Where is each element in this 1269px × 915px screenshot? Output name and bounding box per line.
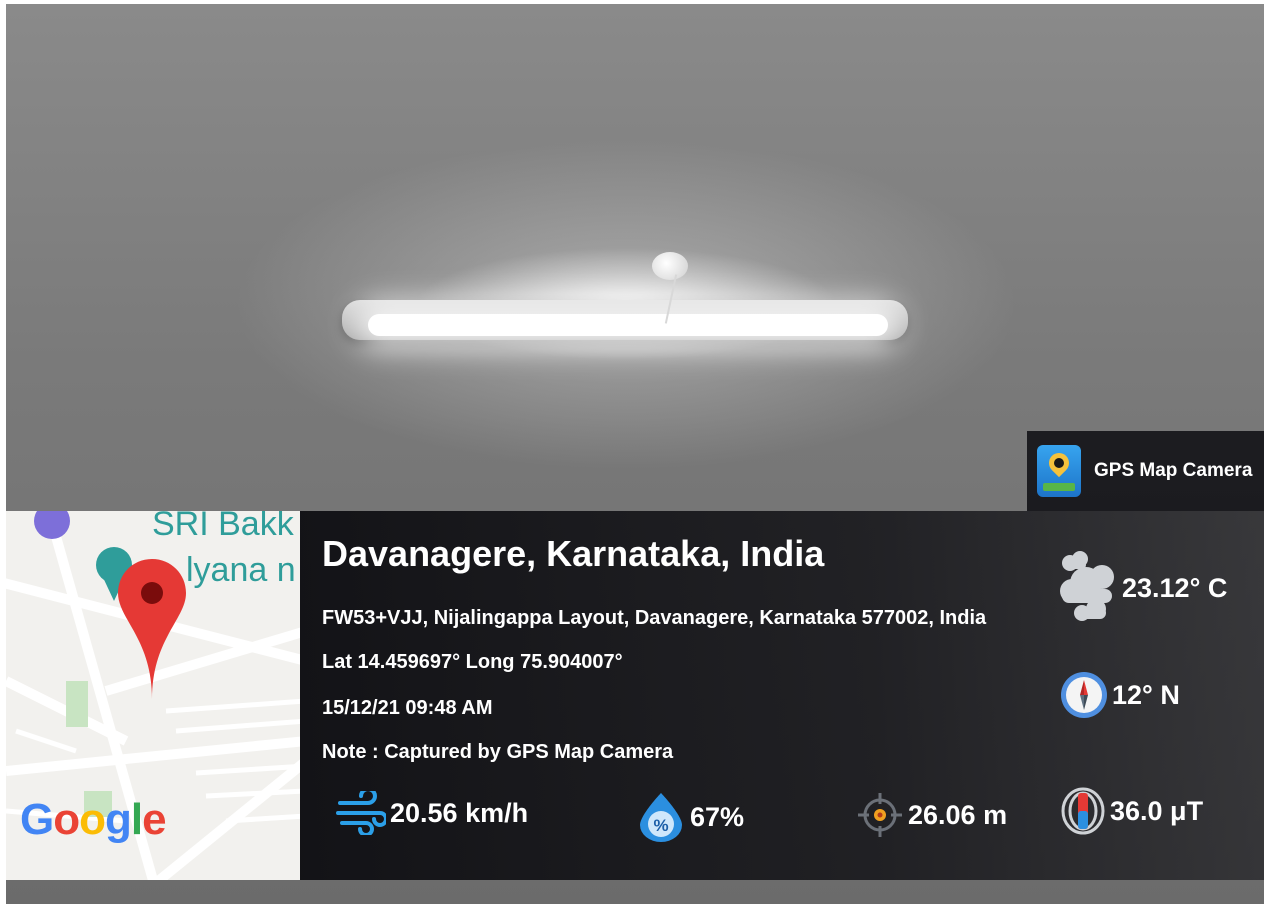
magnetic-value: 36.0 μT <box>1110 795 1204 826</box>
humidity-metric: % 67% <box>636 791 744 843</box>
wind-speed: 20.56 km/h <box>390 797 529 828</box>
map-thumbnail: SRI Bakk lyana n Google <box>6 511 300 880</box>
svg-text:%: % <box>653 816 668 835</box>
map-place-label: lyana n <box>186 551 296 589</box>
location-address: FW53+VJJ, Nijalingappa Layout, Davanager… <box>322 607 987 629</box>
google-letter: g <box>105 795 132 844</box>
compass-value: 12° N <box>1112 679 1180 710</box>
map-marker-icon <box>118 559 186 699</box>
cloud-icon <box>1060 551 1114 621</box>
magnet-icon <box>1061 787 1105 835</box>
compass-metric: 12° N <box>1060 671 1180 719</box>
wind-metric: 20.56 km/h <box>336 791 528 835</box>
google-letter: e <box>142 795 167 844</box>
altitude-metric: 26.06 m <box>856 791 1007 839</box>
gps-map-camera-logo-icon <box>1037 445 1081 497</box>
google-letter: o <box>79 795 106 844</box>
location-title: Davanagere, Karnataka, India <box>322 533 825 574</box>
wind-icon <box>336 791 386 835</box>
app-name: GPS Map Camera <box>1094 460 1253 481</box>
lat-long: Lat 14.459697° Long 75.904007° <box>322 651 623 673</box>
google-logo: Google <box>20 795 167 845</box>
compass-icon <box>1061 672 1107 718</box>
tube-light <box>368 314 888 336</box>
capture-datetime: 15/12/21 09:48 AM <box>322 697 493 719</box>
app-badge: GPS Map Camera <box>1027 431 1264 511</box>
humidity-value: 67% <box>690 801 745 832</box>
altitude-value: 26.06 m <box>908 799 1008 830</box>
humidity-icon: % <box>640 793 682 842</box>
google-letter: o <box>53 795 80 844</box>
google-letter: G <box>20 795 54 844</box>
crosshair-icon <box>858 793 902 837</box>
capture-note: Note : Captured by GPS Map Camera <box>322 741 674 763</box>
map-place-label: SRI Bakk <box>152 511 294 543</box>
ceiling-rose <box>652 252 688 280</box>
temperature-metric: 23.12° C <box>1056 551 1227 625</box>
google-letter: l <box>130 795 143 844</box>
magnetic-metric: 36.0 μT <box>1060 787 1203 835</box>
temperature-value: 23.12° C <box>1122 572 1228 603</box>
info-panel: Davanagere, Karnataka, India FW53+VJJ, N… <box>300 511 1264 880</box>
